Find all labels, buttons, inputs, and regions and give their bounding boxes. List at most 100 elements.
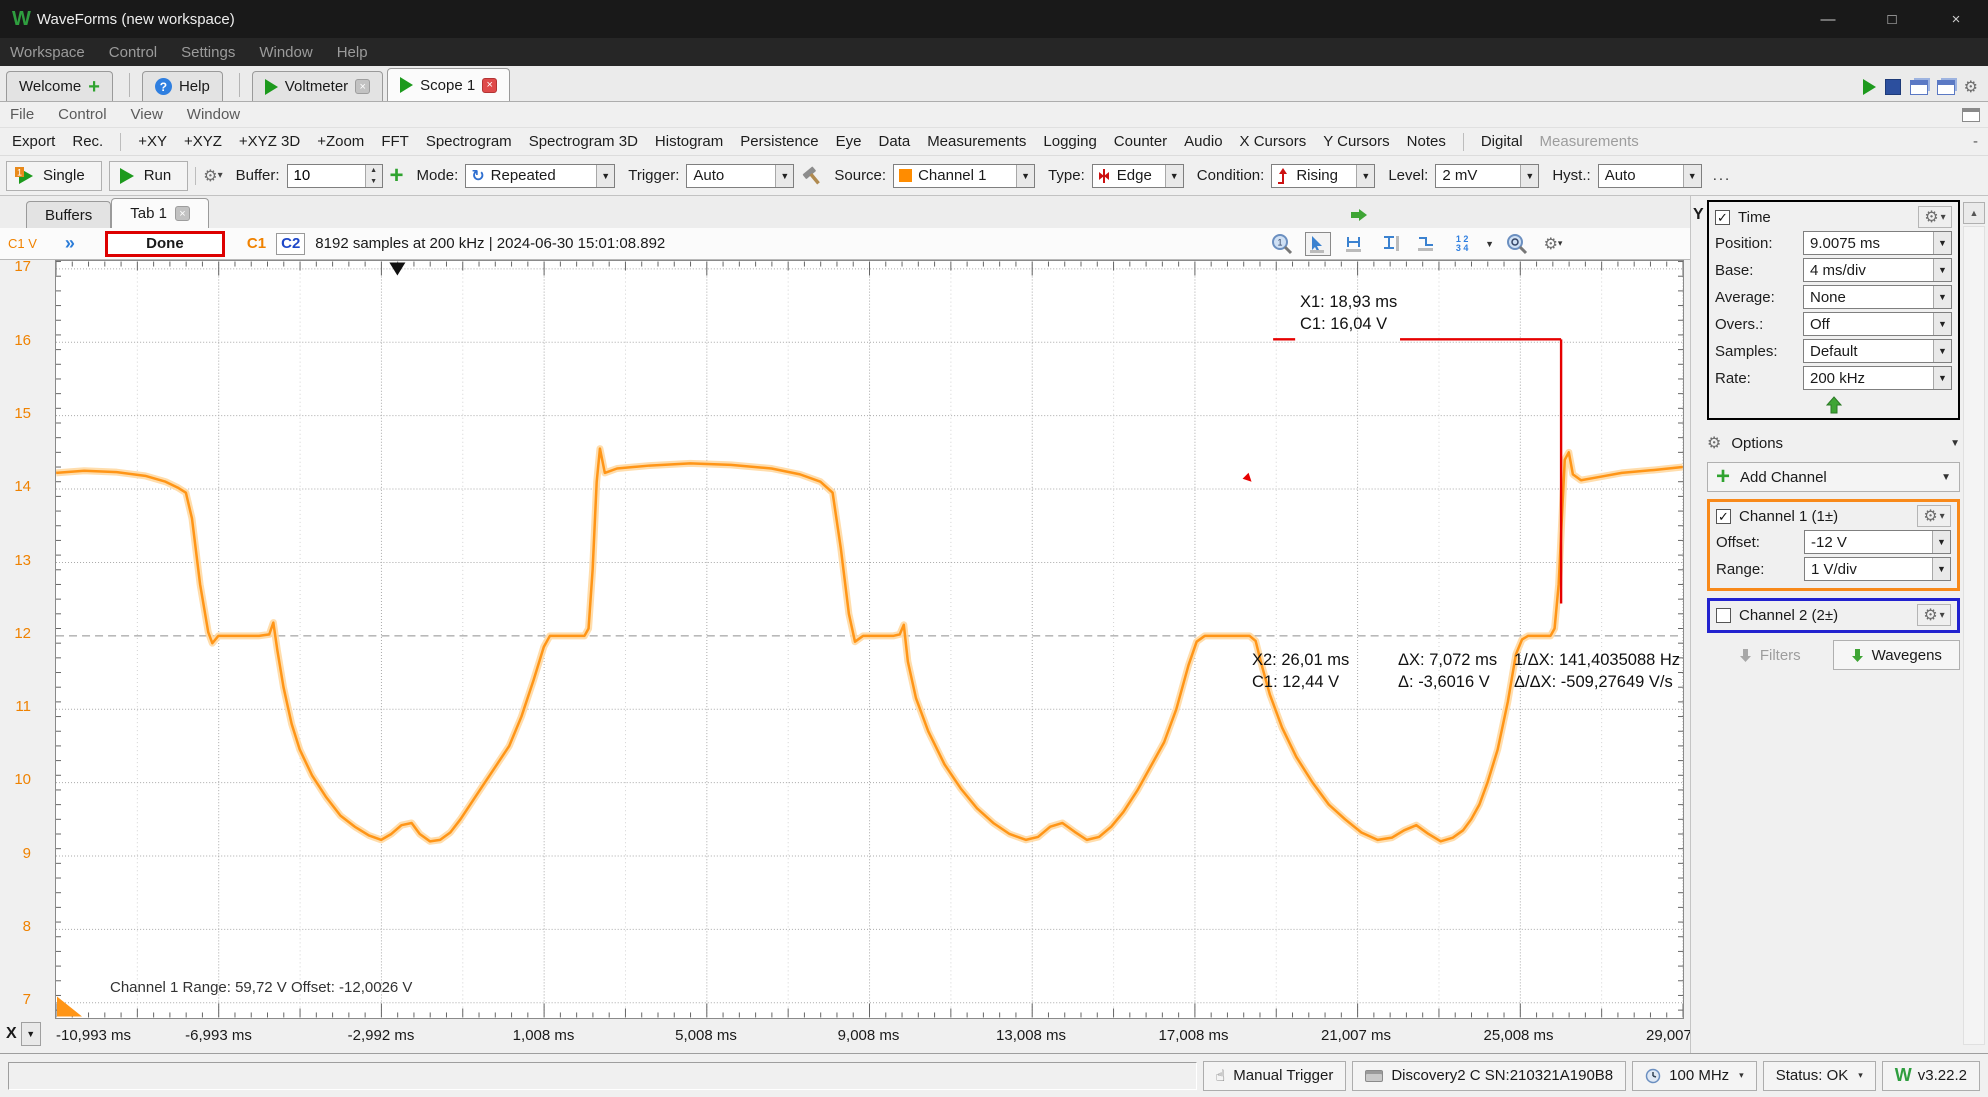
add-buffer-icon[interactable]: +: [390, 167, 404, 185]
source-dropdown-icon[interactable]: ▼: [1016, 165, 1034, 187]
clock-dropdown-icon[interactable]: ▾: [1739, 1070, 1744, 1081]
tab-welcome[interactable]: Welcome +: [6, 71, 113, 101]
menu-settings[interactable]: Settings: [181, 44, 235, 61]
clock-button[interactable]: 100 MHz ▾: [1632, 1061, 1757, 1091]
toolbar-xyz3d[interactable]: +XYZ 3D: [239, 133, 300, 150]
menu-help[interactable]: Help: [337, 44, 368, 61]
buffer-input[interactable]: [288, 165, 365, 187]
offset-select[interactable]: -12 V▼: [1804, 530, 1951, 554]
position-select[interactable]: 9.0075 ms▼: [1803, 231, 1952, 255]
channel1-checkbox[interactable]: ✓: [1716, 509, 1731, 524]
waveform-plot[interactable]: [56, 261, 1683, 1018]
toolbar-x-cursors[interactable]: X Cursors: [1240, 133, 1307, 150]
toolbar-histogram[interactable]: Histogram: [655, 133, 723, 150]
x-axis-selector[interactable]: X ▼: [6, 1022, 41, 1046]
tile-windows-icon[interactable]: [1937, 80, 1955, 95]
rate-dropdown-icon[interactable]: ▼: [1933, 367, 1951, 389]
range-select[interactable]: 1 V/div▼: [1804, 557, 1951, 581]
offset-dropdown-icon[interactable]: ▼: [1932, 531, 1950, 553]
toolbar-overflow[interactable]: -: [1973, 133, 1978, 150]
cascade-windows-icon[interactable]: [1910, 80, 1928, 95]
channel1-tag[interactable]: C1: [247, 235, 266, 252]
toolbar-rec[interactable]: Rec.: [72, 133, 103, 150]
status-dropdown-icon[interactable]: ▾: [1858, 1070, 1863, 1081]
position-dropdown-icon[interactable]: ▼: [1933, 232, 1951, 254]
range-dropdown-icon[interactable]: ▼: [1932, 558, 1950, 580]
gear-icon[interactable]: ⚙: [1964, 77, 1978, 97]
buffer-gear-icon[interactable]: ⚙▾: [203, 166, 222, 186]
toolbar-fft[interactable]: FFT: [381, 133, 409, 150]
time-checkbox[interactable]: ✓: [1715, 210, 1730, 225]
menu-window-2[interactable]: Window: [187, 106, 240, 123]
stop-all-icon[interactable]: [1885, 79, 1901, 95]
toolbar-persistence[interactable]: Persistence: [740, 133, 818, 150]
options-row[interactable]: ⚙ Options ▼: [1707, 428, 1960, 458]
axis-units-label[interactable]: C1 V: [8, 236, 37, 251]
scroll-up-icon[interactable]: ▲: [1963, 202, 1985, 224]
menu-control-2[interactable]: Control: [58, 106, 106, 123]
zoom-1-icon[interactable]: 1: [1269, 232, 1295, 256]
toolbar-audio[interactable]: Audio: [1184, 133, 1222, 150]
close-tab-icon[interactable]: ×: [482, 78, 497, 93]
condition-select[interactable]: Rising ▼: [1271, 164, 1375, 188]
more-options-button[interactable]: ...: [1713, 167, 1732, 184]
menu-window[interactable]: Window: [259, 44, 312, 61]
menu-file[interactable]: File: [10, 106, 34, 123]
toolbar-digital[interactable]: Digital: [1481, 133, 1523, 150]
minimize-button[interactable]: —: [1796, 0, 1860, 38]
rate-select[interactable]: 200 kHz▼: [1803, 366, 1952, 390]
close-button[interactable]: ×: [1924, 0, 1988, 38]
level-select[interactable]: 2 mV ▼: [1435, 164, 1539, 188]
cursor2-annotation[interactable]: X2: 26,01 ms C1: 12,44 V: [1252, 649, 1349, 693]
buffer-spinner[interactable]: ▲▼: [287, 164, 383, 188]
device-button[interactable]: Discovery2 C SN:210321A190B8: [1352, 1061, 1626, 1091]
average-select[interactable]: None▼: [1803, 285, 1952, 309]
manual-trigger-hammer-icon[interactable]: [801, 165, 821, 187]
base-dropdown-icon[interactable]: ▼: [1933, 259, 1951, 281]
tab-scope-1[interactable]: Scope 1 ×: [387, 68, 510, 101]
toolbar-spectrogram3d[interactable]: Spectrogram 3D: [529, 133, 638, 150]
mode-dropdown-icon[interactable]: ▼: [596, 165, 614, 187]
time-gear-icon[interactable]: ⚙▾: [1918, 206, 1952, 228]
toolbar-counter[interactable]: Counter: [1114, 133, 1167, 150]
toolbar-zoom[interactable]: +Zoom: [317, 133, 364, 150]
samples-dropdown-icon[interactable]: ▼: [1933, 340, 1951, 362]
plot-area[interactable]: X1: 18,93 ms C1: 16,04 V X2: 26,01 ms C1…: [55, 260, 1684, 1019]
hysteresis-dropdown-icon[interactable]: ▼: [1683, 165, 1701, 187]
oversampling-dropdown-icon[interactable]: ▼: [1933, 313, 1951, 335]
options-dropdown-icon[interactable]: ▼: [1950, 438, 1960, 449]
menu-workspace[interactable]: Workspace: [10, 44, 85, 61]
plot-settings-gear-icon[interactable]: ⚙▾: [1540, 232, 1566, 256]
buffer-down-icon[interactable]: ▼: [366, 176, 382, 187]
y-axis-button[interactable]: Y: [1693, 206, 1704, 224]
toolbar-eye[interactable]: Eye: [836, 133, 862, 150]
mode-select[interactable]: ↻ Repeated ▼: [465, 164, 615, 188]
manual-trigger-button[interactable]: ☝ Manual Trigger: [1203, 1061, 1347, 1091]
trigger-select[interactable]: Auto ▼: [686, 164, 794, 188]
expand-chevrons-icon[interactable]: »: [65, 233, 75, 254]
add-channel-button[interactable]: + Add Channel ▼: [1707, 462, 1960, 492]
toolbar-notes[interactable]: Notes: [1407, 133, 1446, 150]
channel2-checkbox[interactable]: [1716, 608, 1731, 623]
toolbar-spectrogram[interactable]: Spectrogram: [426, 133, 512, 150]
base-select[interactable]: 4 ms/div▼: [1803, 258, 1952, 282]
panel-icon[interactable]: [1962, 108, 1980, 122]
wavegens-button[interactable]: Wavegens: [1833, 640, 1961, 670]
average-dropdown-icon[interactable]: ▼: [1933, 286, 1951, 308]
condition-dropdown-icon[interactable]: ▼: [1356, 165, 1374, 187]
zoom-options-icon[interactable]: [1504, 232, 1530, 256]
channel2-tag[interactable]: C2: [276, 233, 305, 255]
add-instrument-icon[interactable]: +: [88, 80, 100, 94]
scroll-time-up-icon[interactable]: [1826, 396, 1842, 414]
oversampling-select[interactable]: Off▼: [1803, 312, 1952, 336]
tab-buffers[interactable]: Buffers: [26, 201, 111, 228]
single-button[interactable]: 1 Single: [6, 161, 102, 191]
level-dropdown-icon[interactable]: ▼: [1520, 165, 1538, 187]
type-dropdown-icon[interactable]: ▼: [1165, 165, 1183, 187]
pointer-tool-icon[interactable]: [1305, 232, 1331, 256]
cursor1-annotation[interactable]: X1: 18,93 ms C1: 16,04 V: [1300, 291, 1397, 335]
close-tab-icon[interactable]: ×: [175, 206, 190, 221]
status-ok-button[interactable]: Status: OK ▾: [1763, 1061, 1876, 1091]
tab-tab1[interactable]: Tab 1 ×: [111, 198, 209, 228]
add-channel-dropdown-icon[interactable]: ▼: [1941, 472, 1951, 483]
